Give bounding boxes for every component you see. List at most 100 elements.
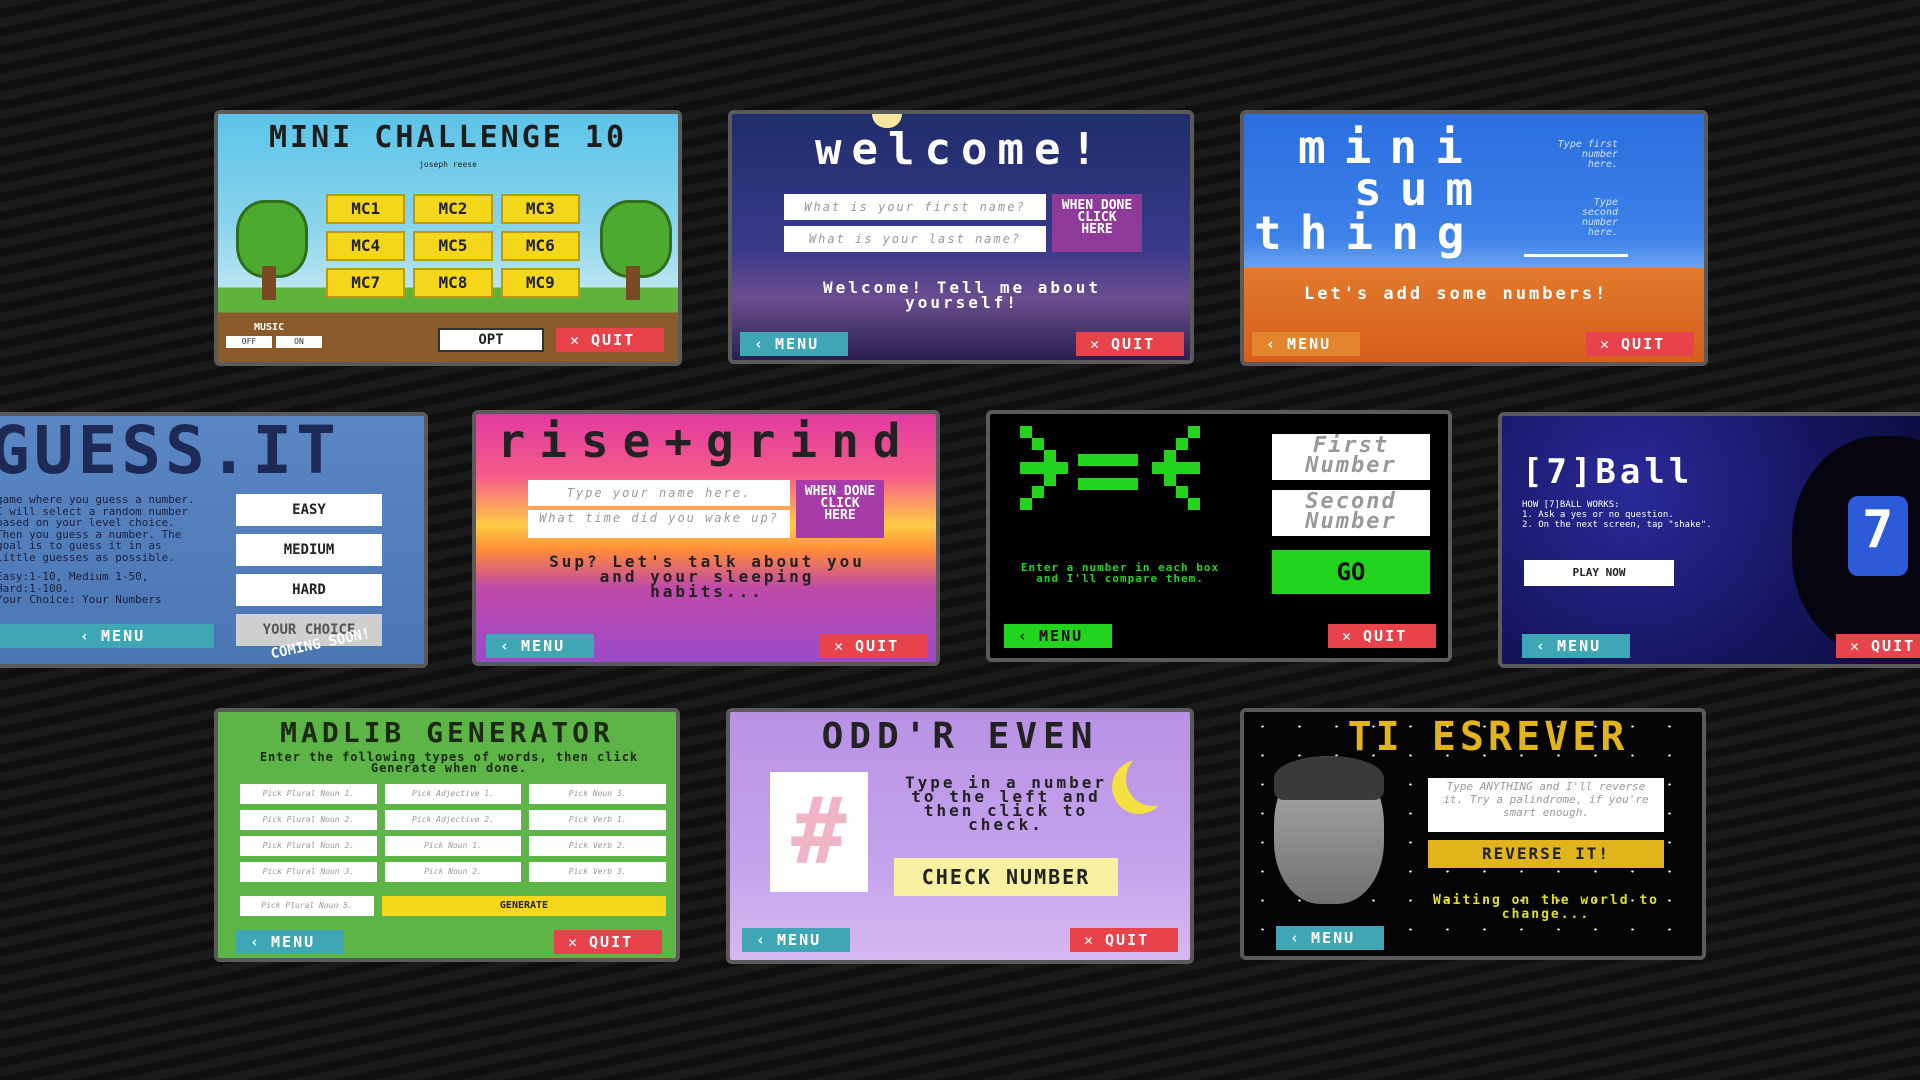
chevron-left-icon: ‹ — [1018, 627, 1030, 645]
mc-button[interactable]: MC7 — [326, 268, 406, 298]
quit-button[interactable]: ✕ QUIT — [1070, 928, 1178, 952]
second-number-input[interactable]: Type second number here. — [1554, 198, 1618, 238]
madlib-field-input[interactable]: Pick Verb 2. — [529, 836, 666, 856]
menu-button[interactable]: ‹ MENU — [486, 634, 594, 658]
face-hair — [1274, 756, 1384, 800]
quit-button[interactable]: ✕ QUIT — [820, 634, 928, 658]
madlib-field-input[interactable]: Pick Noun 3. — [529, 784, 666, 804]
last-name-input[interactable]: What is your last name? — [784, 226, 1046, 252]
howto-step-1: 1. Ask a yes or no question. — [1522, 510, 1674, 520]
go-button[interactable]: GO — [1272, 550, 1430, 594]
close-icon: ✕ — [1600, 335, 1612, 353]
choice-text: Your Choice: Your Numbers — [0, 593, 162, 606]
check-number-button[interactable]: CHECK NUMBER — [894, 858, 1118, 896]
quit-button[interactable]: ✕ QUIT — [1586, 332, 1694, 356]
done-button[interactable]: WHEN DONE CLICK HERE — [1052, 194, 1142, 252]
done-button[interactable]: WHEN DONE CLICK HERE — [796, 480, 884, 538]
mc-button[interactable]: MC2 — [413, 194, 493, 224]
menu-button[interactable]: ‹ MENU — [236, 930, 344, 954]
madlib-field-input[interactable]: Pick Verb 3. — [529, 862, 666, 882]
number-input[interactable]: # — [770, 772, 868, 892]
app-title: rise+grind — [497, 414, 915, 468]
mc-button[interactable]: MC3 — [500, 194, 580, 224]
madlib-field-input[interactable]: Pick Plural Noun 3. — [240, 862, 377, 882]
generate-button[interactable]: GENERATE — [382, 896, 666, 916]
quit-button[interactable]: ✕ QUIT — [554, 930, 662, 954]
menu-label: MENU — [1311, 929, 1356, 947]
close-icon: ✕ — [570, 331, 582, 349]
welcome-message: Welcome! Tell me about yourself! — [823, 278, 1101, 312]
howto-title: HOW [7]BALL WORKS: — [1522, 500, 1620, 510]
chevron-left-icon: ‹ — [1536, 637, 1548, 655]
quit-button[interactable]: ✕ QUIT — [1836, 634, 1920, 658]
mc-button[interactable]: MC5 — [413, 231, 493, 261]
eight-ball-card[interactable]: [7]Ball HOW [7]BALL WORKS: 1. Ask a yes … — [1498, 412, 1920, 668]
opt-button[interactable]: OPT — [438, 328, 544, 352]
music-label: MUSIC — [254, 322, 285, 333]
first-name-input[interactable]: What is your first name? — [784, 194, 1046, 220]
second-number-input[interactable]: Second Number — [1272, 490, 1430, 536]
chevron-left-icon: ‹ — [500, 637, 512, 655]
mc-button[interactable]: MC1 — [326, 194, 406, 224]
madlib-field-input[interactable]: Pick Plural Noun 1. — [240, 784, 377, 804]
last-field-input[interactable]: Pick Plural Noun 5. — [240, 896, 374, 916]
menu-button[interactable]: ‹ MENU — [1276, 926, 1384, 950]
name-input[interactable]: Type your name here. — [528, 480, 790, 506]
mc-button[interactable]: MC4 — [326, 231, 406, 261]
menu-button[interactable]: ‹ MENU — [1004, 624, 1112, 648]
quit-label: QUIT — [855, 637, 900, 655]
play-now-button[interactable]: PLAY NOW — [1524, 560, 1674, 586]
madlib-field-input[interactable]: Pick Adjective 2. — [384, 810, 522, 830]
menu-button[interactable]: ‹ MENU — [740, 332, 848, 356]
reverse-button[interactable]: REVERSE IT! — [1428, 840, 1664, 868]
tree-right — [590, 200, 676, 300]
odd-even-card[interactable]: ODD'R EVEN # Type in a number to the lef… — [726, 708, 1194, 964]
game-description: game where you guess a number. I will se… — [0, 494, 196, 606]
madlib-field-input[interactable]: Pick Adjective 1. — [384, 784, 522, 804]
quit-button[interactable]: ✕ QUIT — [556, 328, 664, 352]
madlib-field-input[interactable]: Pick Verb 1. — [529, 810, 666, 830]
easy-button[interactable]: EASY — [236, 494, 382, 526]
mini-sum-card[interactable]: mini sum thing Type first number here. T… — [1240, 110, 1708, 366]
compare-logo-icon — [1020, 426, 1200, 526]
mc-button[interactable]: MC6 — [500, 231, 580, 261]
mc-button[interactable]: MC9 — [500, 268, 580, 298]
mini-challenge-card[interactable]: MINI CHALLENGE 10 joseph reese MC1 MC2 MC3… — [214, 110, 682, 366]
madlib-field-input[interactable]: Pick Plural Noun 2. — [240, 836, 377, 856]
reverse-card[interactable]: TI ESREVER Type ANYTHING and I'll revers… — [1240, 708, 1706, 960]
quit-button[interactable]: ✕ QUIT — [1328, 624, 1436, 648]
reverse-message: Waiting on the world to change... — [1432, 893, 1659, 922]
music-on-button[interactable]: ON — [276, 336, 322, 348]
close-icon: ✕ — [568, 933, 580, 951]
hard-button[interactable]: HARD — [236, 574, 382, 606]
music-off-button[interactable]: OFF — [226, 336, 272, 348]
quit-button[interactable]: ✕ QUIT — [1076, 332, 1184, 356]
wake-time-input[interactable]: What time did you wake up? — [528, 510, 790, 538]
menu-button[interactable]: ‹ MENU — [1252, 332, 1360, 356]
chevron-left-icon: ‹ — [80, 627, 92, 645]
guess-it-card[interactable]: GUESS.IT game where you guess a number. … — [0, 412, 428, 668]
madlib-field-input[interactable]: Pick Plural Noun 2. — [240, 810, 377, 830]
compare-card[interactable]: First Number Second Number GO Enter a nu… — [986, 410, 1452, 662]
menu-button[interactable]: ‹ MENU — [742, 928, 850, 952]
welcome-card[interactable]: welcome! What is your first name? What i… — [728, 110, 1194, 364]
app-title: MINI CHALLENGE 10 — [268, 120, 628, 155]
rise-grind-card[interactable]: rise+grind Type your name here. What tim… — [472, 410, 940, 666]
menu-button[interactable]: ‹ MENU — [0, 624, 214, 648]
madlib-subtitle: Enter the following types of words, then… — [259, 750, 639, 775]
mc-button[interactable]: MC8 — [413, 268, 493, 298]
first-number-input[interactable]: Type first number here. — [1554, 140, 1618, 170]
menu-label: MENU — [1557, 637, 1602, 655]
chevron-left-icon: ‹ — [250, 933, 262, 951]
quit-label: QUIT — [1621, 335, 1666, 353]
text-input[interactable]: Type ANYTHING and I'll reverse it. Try a… — [1428, 778, 1664, 832]
menu-label: MENU — [521, 637, 566, 655]
moon-icon — [1126, 752, 1180, 806]
first-number-input[interactable]: First Number — [1272, 434, 1430, 480]
tree-left — [226, 200, 312, 300]
medium-button[interactable]: MEDIUM — [236, 534, 382, 566]
menu-button[interactable]: ‹ MENU — [1522, 634, 1630, 658]
madlib-field-input[interactable]: Pick Noun 1. — [384, 836, 522, 856]
madlib-field-input[interactable]: Pick Noun 2. — [384, 862, 522, 882]
madlib-card[interactable]: MADLIB GENERATOR Enter the following typ… — [214, 708, 680, 962]
